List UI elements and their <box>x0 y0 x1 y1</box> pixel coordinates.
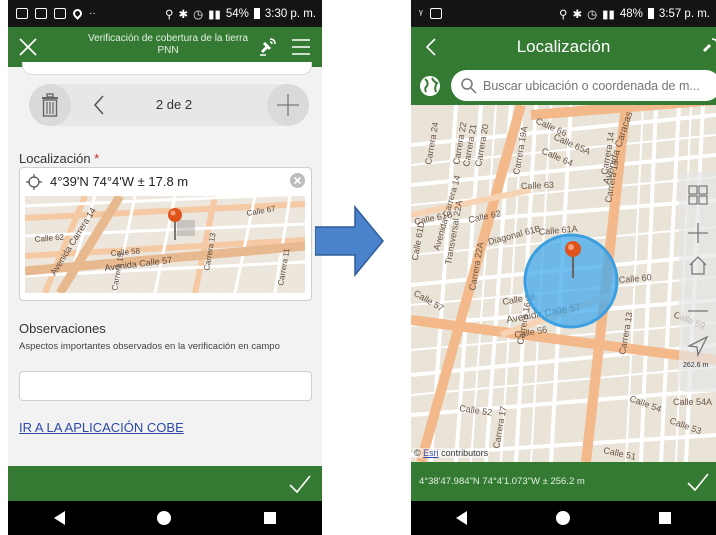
location-icon: ⚲ <box>165 8 174 21</box>
menu-icon[interactable] <box>291 38 311 56</box>
home-extent-button[interactable] <box>687 254 709 276</box>
zoom-in-button[interactable] <box>687 222 709 244</box>
record-navigator: 2 de 2 <box>29 84 309 126</box>
map-label-calle-54a: Calle 54A <box>673 397 712 407</box>
alarm-icon: ◷ <box>587 8 598 21</box>
basemap-grid-button[interactable] <box>687 184 709 206</box>
bluetooth-icon: ✱ <box>178 8 189 21</box>
trash-icon <box>42 93 58 117</box>
location-value: 4°39'N 74°4'W ± 17.8 m <box>50 174 189 189</box>
crosshair-icon <box>26 174 42 190</box>
form-title: Verificación de cobertura de la tierra P… <box>87 33 249 56</box>
map-view[interactable]: Calle 66 Calle 65A Calle 64 Calle 63 Cal… <box>411 105 716 462</box>
map-attribution: © Esri contributors <box>414 448 489 458</box>
search-box[interactable] <box>451 70 716 101</box>
more-icon: ·· <box>89 8 96 19</box>
locate-button[interactable] <box>686 335 709 358</box>
image-icon <box>54 8 66 19</box>
gmail-icon <box>16 8 28 19</box>
observations-label: Observaciones <box>19 321 106 336</box>
add-record-button[interactable] <box>267 84 309 126</box>
gps-satellite-icon[interactable] <box>255 35 279 59</box>
location-label: Localización * <box>19 151 100 166</box>
basemap-globe-button[interactable] <box>417 73 443 99</box>
app-header: Verificación de cobertura de la tierra P… <box>8 27 322 67</box>
confirm-location-button[interactable] <box>686 470 710 494</box>
checkmark-icon <box>687 473 709 492</box>
back-icon[interactable] <box>54 511 66 525</box>
bluetooth-icon: ✱ <box>572 8 583 21</box>
previous-record-button[interactable] <box>87 92 113 118</box>
required-mark: * <box>94 151 100 166</box>
observations-hint: Aspectos importantes observados en la ve… <box>19 341 280 352</box>
android-nav-bar <box>411 501 716 535</box>
coordinates-bar: 4°38'47.984"N 74°4'1.073"W ± 256.2 m <box>411 462 716 501</box>
location-map-preview[interactable]: Avenida Carrera 14 Calle 58 Avenida Call… <box>25 196 305 293</box>
submit-bar <box>8 466 322 501</box>
map-scale: 262.6 m <box>683 362 709 369</box>
search-input[interactable] <box>481 75 713 97</box>
map-label-calle-63: Calle 63 <box>521 180 554 191</box>
home-icon[interactable] <box>157 511 172 525</box>
status-bar: ᵞ ⚲ ✱ ◷ ▮▮ 48% 3:57 p. m. <box>411 0 716 27</box>
plus-icon <box>688 223 708 243</box>
phone-screen-left: ·· ⚲ ✱ ◷ ▮▮ 54% 3:30 p. m. Verificación … <box>8 0 322 535</box>
back-icon[interactable] <box>455 511 467 525</box>
image-icon <box>429 8 442 19</box>
phone-screen-right: ᵞ ⚲ ✱ ◷ ▮▮ 48% 3:57 p. m. Localización B… <box>411 0 716 535</box>
transition-arrow-icon <box>315 205 384 277</box>
location-icon: ⚲ <box>559 8 568 21</box>
observations-input[interactable] <box>19 371 312 401</box>
clock: 3:30 p. m. <box>264 7 316 20</box>
esri-link[interactable]: Esri <box>423 448 439 458</box>
minus-icon <box>688 310 708 312</box>
battery-percent: 48% <box>619 7 643 20</box>
signal-icon: ▮▮ <box>602 8 615 21</box>
checkmark-icon <box>289 475 311 494</box>
battery-percent: 54% <box>225 7 249 20</box>
record-counter: 2 de 2 <box>155 97 193 112</box>
coordinates-readout: 4°38'47.984"N 74°4'1.073"W ± 256.2 m <box>419 476 585 487</box>
home-icon <box>689 256 707 275</box>
app-header: Localización <box>411 27 716 67</box>
gmail-icon <box>35 8 47 19</box>
cobe-app-link[interactable]: IR A LA APLICACIÓN COBE <box>19 420 184 435</box>
chevron-left-icon <box>93 95 104 115</box>
delete-button[interactable] <box>29 84 71 126</box>
previous-field-card <box>22 62 312 75</box>
battery-icon <box>647 8 654 19</box>
zoom-out-button[interactable] <box>687 300 709 322</box>
search-icon <box>461 78 477 94</box>
clear-location-button[interactable] <box>290 173 305 188</box>
globe-icon <box>420 76 440 96</box>
home-icon[interactable] <box>555 511 570 525</box>
signal-icon: ▮▮ <box>208 8 221 21</box>
recent-apps-icon[interactable] <box>659 512 672 524</box>
location-icon <box>71 7 84 20</box>
grid-icon <box>688 185 708 205</box>
gps-satellite-icon[interactable] <box>699 36 716 58</box>
submit-button[interactable] <box>288 472 312 496</box>
alarm-icon: ◷ <box>193 8 204 21</box>
status-bar: ·· ⚲ ✱ ◷ ▮▮ 54% 3:30 p. m. <box>8 0 322 27</box>
close-icon[interactable] <box>17 36 39 58</box>
navigation-arrow-icon <box>686 335 709 358</box>
close-icon <box>293 176 302 185</box>
search-bar-row <box>411 67 716 105</box>
battery-icon <box>253 8 260 19</box>
android-nav-bar <box>8 501 322 535</box>
plus-icon <box>277 94 299 116</box>
clock: 3:57 p. m. <box>658 7 710 20</box>
recent-apps-icon[interactable] <box>263 512 276 524</box>
page-title: Localización <box>516 37 611 56</box>
map-tools: 262.6 m <box>679 172 716 392</box>
signal-icon: ᵞ <box>419 7 423 20</box>
location-field[interactable]: 4°39'N 74°4'W ± 17.8 m Avenida Carrera 1… <box>19 167 312 301</box>
